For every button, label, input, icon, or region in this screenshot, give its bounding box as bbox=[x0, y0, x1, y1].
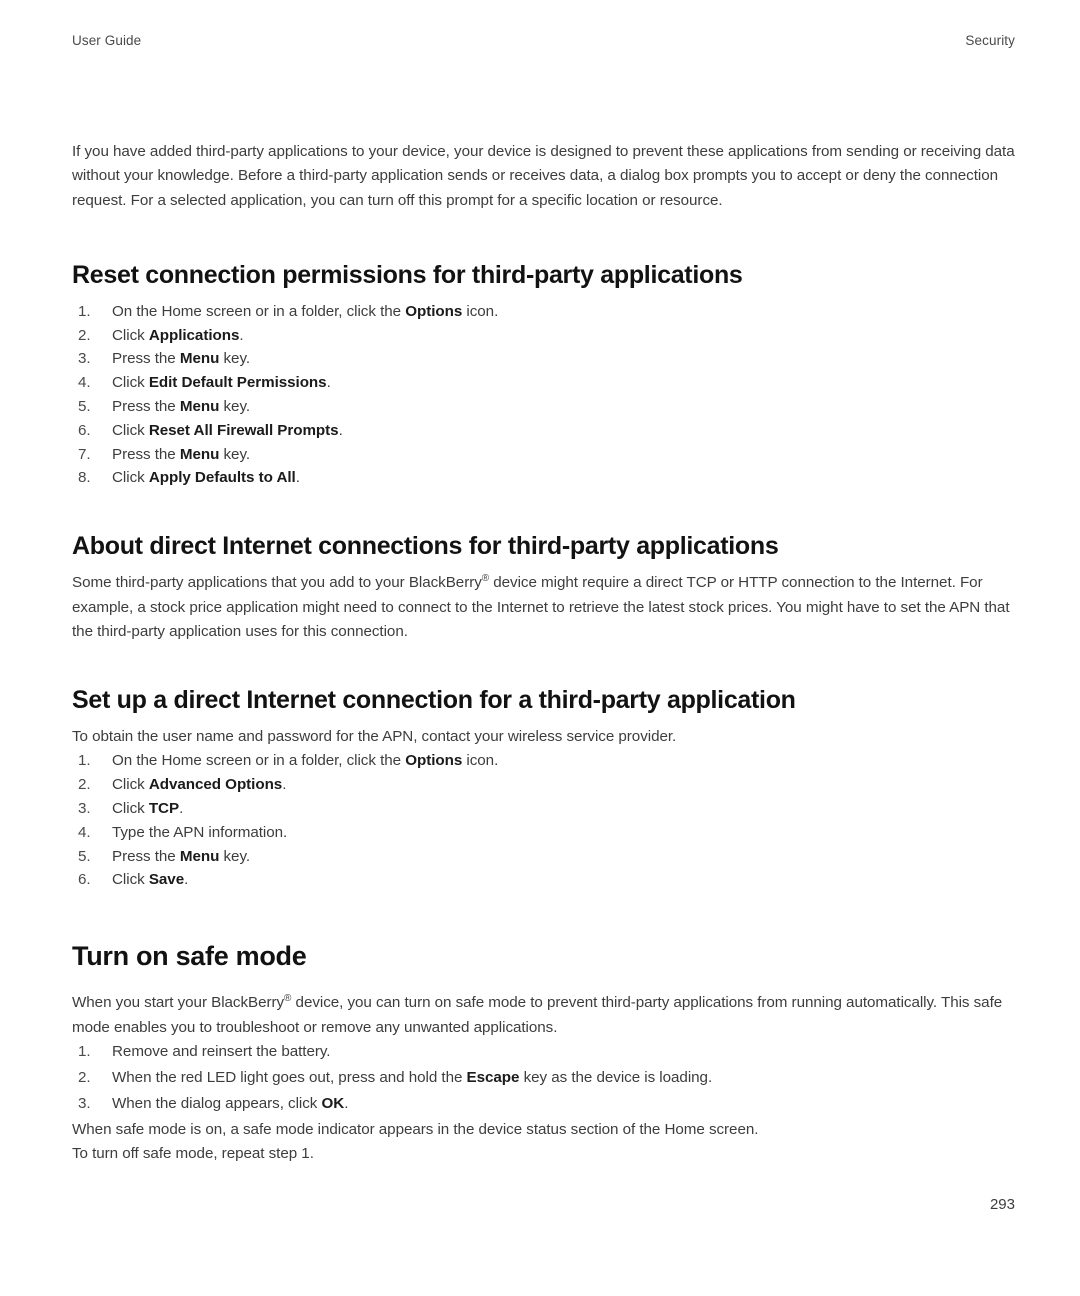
step-item: Click Advanced Options. bbox=[72, 773, 1017, 797]
step-item: On the Home screen or in a folder, click… bbox=[72, 300, 1017, 324]
step-text-tail: . bbox=[282, 776, 287, 794]
step-emphasis: TCP bbox=[148, 800, 180, 818]
running-header: User Guide Security bbox=[72, 33, 1015, 48]
running-header-left: User Guide bbox=[72, 33, 142, 48]
step-text: Click bbox=[112, 374, 149, 392]
step-text: On the Home screen or in a folder, click… bbox=[112, 752, 406, 770]
step-item: Click Edit Default Permissions. bbox=[72, 371, 1017, 395]
heading-turn-on-safe-mode: Turn on safe mode bbox=[72, 941, 307, 972]
heading-about-direct-internet-connections: About direct Internet connections for th… bbox=[72, 532, 779, 561]
step-text: Press the bbox=[112, 445, 180, 463]
step-item: Type the APN information. bbox=[72, 821, 1017, 845]
step-text: On the Home screen or in a folder, click… bbox=[112, 302, 406, 320]
step-text-tail: . bbox=[239, 326, 244, 344]
step-item: Click Reset All Firewall Prompts. bbox=[72, 419, 1017, 443]
closing-paragraph-turn-off-safe-mode: To turn off safe mode, repeat step 1. bbox=[72, 1145, 314, 1163]
steps-set-up-direct-internet-connection: On the Home screen or in a folder, click… bbox=[72, 749, 1017, 892]
step-text-tail: icon. bbox=[462, 752, 499, 770]
step-text: Press the bbox=[112, 847, 180, 865]
page-content: If you have added third-party applicatio… bbox=[72, 140, 1017, 1166]
intro-paragraph: If you have added third-party applicatio… bbox=[72, 143, 1015, 209]
step-text-tail: . bbox=[344, 1094, 349, 1112]
step-emphasis: Applications bbox=[148, 326, 240, 344]
step-text: When the dialog appears, click bbox=[112, 1094, 322, 1112]
step-item: When the dialog appears, click OK. bbox=[72, 1092, 1017, 1117]
page-number: 293 bbox=[989, 1196, 1015, 1213]
step-text-tail: . bbox=[295, 469, 300, 487]
step-item: Click TCP. bbox=[72, 797, 1017, 821]
step-text-tail: . bbox=[338, 421, 343, 439]
step-text-tail: . bbox=[326, 374, 331, 392]
step-text: Remove and reinsert the battery. bbox=[112, 1042, 331, 1060]
step-emphasis: Menu bbox=[179, 398, 220, 416]
step-item: When the red LED light goes out, press a… bbox=[72, 1066, 1017, 1091]
step-text-tail: key as the device is loading. bbox=[519, 1068, 713, 1086]
paragraph-about-direct-internet-connections: Some third-party applications that you a… bbox=[72, 571, 1017, 644]
step-emphasis: Menu bbox=[179, 847, 220, 865]
step-text: When the red LED light goes out, press a… bbox=[112, 1068, 467, 1086]
step-emphasis: Escape bbox=[466, 1068, 520, 1086]
step-item: Press the Menu key. bbox=[72, 347, 1017, 371]
heading-reset-connection-permissions: Reset connection permissions for third-p… bbox=[72, 260, 743, 289]
step-text: Click bbox=[112, 871, 149, 889]
step-item: Press the Menu key. bbox=[72, 395, 1017, 419]
step-emphasis: Advanced Options bbox=[148, 776, 283, 794]
step-emphasis: Edit Default Permissions bbox=[148, 374, 327, 392]
step-item: On the Home screen or in a folder, click… bbox=[72, 749, 1017, 773]
paragraph-text-part-1: Some third-party applications that you a… bbox=[72, 574, 482, 592]
step-text: Click bbox=[112, 469, 149, 487]
heading-set-up-direct-internet-connection: Set up a direct Internet connection for … bbox=[72, 686, 796, 715]
step-emphasis: Save bbox=[148, 871, 185, 889]
step-text-tail: key. bbox=[219, 445, 251, 463]
steps-turn-on-safe-mode: Remove and reinsert the battery. When the… bbox=[72, 1040, 1017, 1117]
step-item: Click Save. bbox=[72, 868, 1017, 892]
paragraph-text-part-1: When you start your BlackBerry bbox=[72, 994, 285, 1012]
step-emphasis: Menu bbox=[179, 445, 220, 463]
step-emphasis: Options bbox=[405, 752, 463, 770]
step-text: Type the APN information. bbox=[112, 823, 288, 841]
running-header-right: Security bbox=[965, 33, 1015, 48]
step-text-tail: icon. bbox=[462, 302, 499, 320]
step-text: Click bbox=[112, 776, 149, 794]
closing-paragraph-safe-mode-indicator: When safe mode is on, a safe mode indica… bbox=[72, 1120, 759, 1138]
step-emphasis: Apply Defaults to All bbox=[148, 469, 296, 487]
document-page: User Guide Security If you have added th… bbox=[0, 0, 1080, 1296]
paragraph-turn-on-safe-mode: When you start your BlackBerry® device, … bbox=[72, 991, 1017, 1040]
step-emphasis: OK bbox=[321, 1094, 345, 1112]
step-item: Click Apply Defaults to All. bbox=[72, 466, 1017, 490]
registered-mark-icon: ® bbox=[481, 573, 490, 585]
step-text: Click bbox=[112, 326, 149, 344]
step-item: Press the Menu key. bbox=[72, 845, 1017, 869]
step-item: Click Applications. bbox=[72, 324, 1017, 348]
step-text-tail: . bbox=[179, 800, 184, 818]
step-text-tail: key. bbox=[219, 847, 251, 865]
step-text-tail: . bbox=[184, 871, 189, 889]
step-text: Press the bbox=[112, 350, 180, 368]
step-text: Click bbox=[112, 421, 149, 439]
steps-reset-connection-permissions: On the Home screen or in a folder, click… bbox=[72, 300, 1017, 490]
step-text: Click bbox=[112, 800, 149, 818]
step-text: Press the bbox=[112, 398, 180, 416]
step-emphasis: Menu bbox=[179, 350, 220, 368]
step-text-tail: key. bbox=[219, 398, 251, 416]
step-text-tail: key. bbox=[219, 350, 251, 368]
step-item: Press the Menu key. bbox=[72, 443, 1017, 467]
lead-in-set-up-direct-internet-connection: To obtain the user name and password for… bbox=[72, 728, 677, 746]
step-emphasis: Options bbox=[405, 302, 463, 320]
step-emphasis: Reset All Firewall Prompts bbox=[148, 421, 339, 439]
step-item: Remove and reinsert the battery. bbox=[72, 1040, 1017, 1065]
